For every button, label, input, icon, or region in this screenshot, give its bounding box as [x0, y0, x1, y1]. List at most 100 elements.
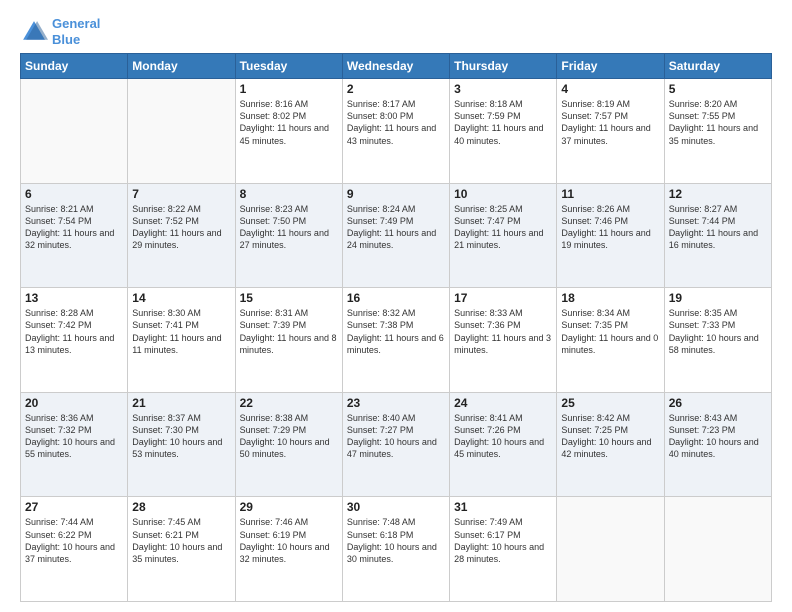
- day-of-week-header: Monday: [128, 54, 235, 79]
- day-number: 17: [454, 291, 552, 305]
- day-of-week-header: Friday: [557, 54, 664, 79]
- day-info: Sunrise: 8:37 AM Sunset: 7:30 PM Dayligh…: [132, 412, 230, 461]
- day-info: Sunrise: 8:23 AM Sunset: 7:50 PM Dayligh…: [240, 203, 338, 252]
- day-info: Sunrise: 8:36 AM Sunset: 7:32 PM Dayligh…: [25, 412, 123, 461]
- day-number: 16: [347, 291, 445, 305]
- day-number: 19: [669, 291, 767, 305]
- day-number: 11: [561, 187, 659, 201]
- day-number: 3: [454, 82, 552, 96]
- calendar-cell: 24 Sunrise: 8:41 AM Sunset: 7:26 PM Dayli…: [450, 392, 557, 497]
- calendar-cell: 11 Sunrise: 8:26 AM Sunset: 7:46 PM Dayli…: [557, 183, 664, 288]
- day-number: 9: [347, 187, 445, 201]
- day-number: 15: [240, 291, 338, 305]
- day-number: 25: [561, 396, 659, 410]
- calendar-week-row: 6 Sunrise: 8:21 AM Sunset: 7:54 PM Daylig…: [21, 183, 772, 288]
- calendar-cell: 4Sunrise: 8:19 AM Sunset: 7:57 PM Daylig…: [557, 79, 664, 184]
- calendar-cell: 7 Sunrise: 8:22 AM Sunset: 7:52 PM Daylig…: [128, 183, 235, 288]
- day-number: 13: [25, 291, 123, 305]
- calendar-cell: 12 Sunrise: 8:27 AM Sunset: 7:44 PM Dayli…: [664, 183, 771, 288]
- day-info: Sunrise: 8:42 AM Sunset: 7:25 PM Dayligh…: [561, 412, 659, 461]
- calendar-week-row: 13 Sunrise: 8:28 AM Sunset: 7:42 PM Dayli…: [21, 288, 772, 393]
- logo: General Blue: [20, 16, 100, 47]
- day-info: Sunrise: 8:28 AM Sunset: 7:42 PM Dayligh…: [25, 307, 123, 356]
- day-number: 18: [561, 291, 659, 305]
- day-info: Sunrise: 8:38 AM Sunset: 7:29 PM Dayligh…: [240, 412, 338, 461]
- calendar-cell: 1 Sunrise: 8:16 AM Sunset: 8:02 PM Daylig…: [235, 79, 342, 184]
- day-of-week-header: Thursday: [450, 54, 557, 79]
- calendar-cell: 8 Sunrise: 8:23 AM Sunset: 7:50 PM Daylig…: [235, 183, 342, 288]
- calendar-cell: 31 Sunrise: 7:49 AM Sunset: 6:17 PM Dayli…: [450, 497, 557, 602]
- calendar-cell: 3 Sunrise: 8:18 AM Sunset: 7:59 PM Daylig…: [450, 79, 557, 184]
- day-info: Sunrise: 8:33 AM Sunset: 7:36 PM Dayligh…: [454, 307, 552, 356]
- calendar-cell: 23 Sunrise: 8:40 AM Sunset: 7:27 PM Dayli…: [342, 392, 449, 497]
- day-number: 30: [347, 500, 445, 514]
- day-info: Sunrise: 8:24 AM Sunset: 7:49 PM Dayligh…: [347, 203, 445, 252]
- day-number: 28: [132, 500, 230, 514]
- calendar-cell: 15 Sunrise: 8:31 AM Sunset: 7:39 PM Dayli…: [235, 288, 342, 393]
- day-number: 27: [25, 500, 123, 514]
- day-info: Sunrise: 8:27 AM Sunset: 7:44 PM Dayligh…: [669, 203, 767, 252]
- logo-icon: [20, 18, 48, 46]
- day-info: Sunrise: 8:31 AM Sunset: 7:39 PM Dayligh…: [240, 307, 338, 356]
- calendar-header-row: SundayMondayTuesdayWednesdayThursdayFrid…: [21, 54, 772, 79]
- day-info: Sunrise: 7:44 AM Sunset: 6:22 PM Dayligh…: [25, 516, 123, 565]
- calendar-week-row: 20 Sunrise: 8:36 AM Sunset: 7:32 PM Dayli…: [21, 392, 772, 497]
- calendar-cell: 5Sunrise: 8:20 AM Sunset: 7:55 PM Daylig…: [664, 79, 771, 184]
- calendar-cell: 14 Sunrise: 8:30 AM Sunset: 7:41 PM Dayli…: [128, 288, 235, 393]
- day-number: 20: [25, 396, 123, 410]
- day-number: 21: [132, 396, 230, 410]
- day-info: Sunrise: 7:49 AM Sunset: 6:17 PM Dayligh…: [454, 516, 552, 565]
- day-number: 14: [132, 291, 230, 305]
- day-number: 2: [347, 82, 445, 96]
- calendar-cell: 17 Sunrise: 8:33 AM Sunset: 7:36 PM Dayli…: [450, 288, 557, 393]
- day-info: Sunrise: 8:25 AM Sunset: 7:47 PM Dayligh…: [454, 203, 552, 252]
- day-info: Sunrise: 8:40 AM Sunset: 7:27 PM Dayligh…: [347, 412, 445, 461]
- day-info: Sunrise: 8:41 AM Sunset: 7:26 PM Dayligh…: [454, 412, 552, 461]
- day-info: Sunrise: 8:17 AM Sunset: 8:00 PM Dayligh…: [347, 98, 445, 147]
- day-of-week-header: Wednesday: [342, 54, 449, 79]
- day-info: Sunrise: 8:21 AM Sunset: 7:54 PM Dayligh…: [25, 203, 123, 252]
- day-info: Sunrise: 8:16 AM Sunset: 8:02 PM Dayligh…: [240, 98, 338, 147]
- day-info: Sunrise: 7:45 AM Sunset: 6:21 PM Dayligh…: [132, 516, 230, 565]
- calendar-cell: 27 Sunrise: 7:44 AM Sunset: 6:22 PM Dayli…: [21, 497, 128, 602]
- calendar-cell: 21 Sunrise: 8:37 AM Sunset: 7:30 PM Dayli…: [128, 392, 235, 497]
- day-number: 24: [454, 396, 552, 410]
- calendar-cell: 25 Sunrise: 8:42 AM Sunset: 7:25 PM Dayli…: [557, 392, 664, 497]
- day-number: 31: [454, 500, 552, 514]
- day-number: 29: [240, 500, 338, 514]
- day-number: 4: [561, 82, 659, 96]
- day-number: 22: [240, 396, 338, 410]
- day-info: Sunrise: 8:26 AM Sunset: 7:46 PM Dayligh…: [561, 203, 659, 252]
- logo-text: General Blue: [52, 16, 100, 47]
- day-number: 7: [132, 187, 230, 201]
- calendar-cell: 30Sunrise: 7:48 AM Sunset: 6:18 PM Dayli…: [342, 497, 449, 602]
- day-number: 1: [240, 82, 338, 96]
- day-of-week-header: Saturday: [664, 54, 771, 79]
- calendar-cell: [128, 79, 235, 184]
- calendar-cell: [664, 497, 771, 602]
- calendar-cell: 29Sunrise: 7:46 AM Sunset: 6:19 PM Dayli…: [235, 497, 342, 602]
- day-number: 23: [347, 396, 445, 410]
- day-info: Sunrise: 8:20 AM Sunset: 7:55 PM Dayligh…: [669, 98, 767, 147]
- day-info: Sunrise: 8:18 AM Sunset: 7:59 PM Dayligh…: [454, 98, 552, 147]
- calendar-week-row: 1 Sunrise: 8:16 AM Sunset: 8:02 PM Daylig…: [21, 79, 772, 184]
- day-number: 26: [669, 396, 767, 410]
- day-info: Sunrise: 8:43 AM Sunset: 7:23 PM Dayligh…: [669, 412, 767, 461]
- day-info: Sunrise: 8:35 AM Sunset: 7:33 PM Dayligh…: [669, 307, 767, 356]
- header: General Blue: [20, 16, 772, 47]
- calendar-cell: 22 Sunrise: 8:38 AM Sunset: 7:29 PM Dayli…: [235, 392, 342, 497]
- day-number: 8: [240, 187, 338, 201]
- day-of-week-header: Sunday: [21, 54, 128, 79]
- day-info: Sunrise: 8:30 AM Sunset: 7:41 PM Dayligh…: [132, 307, 230, 356]
- day-info: Sunrise: 8:34 AM Sunset: 7:35 PM Dayligh…: [561, 307, 659, 356]
- day-info: Sunrise: 8:32 AM Sunset: 7:38 PM Dayligh…: [347, 307, 445, 356]
- calendar-cell: [557, 497, 664, 602]
- calendar-cell: 28 Sunrise: 7:45 AM Sunset: 6:21 PM Dayli…: [128, 497, 235, 602]
- day-info: Sunrise: 8:22 AM Sunset: 7:52 PM Dayligh…: [132, 203, 230, 252]
- day-number: 12: [669, 187, 767, 201]
- calendar-cell: 26 Sunrise: 8:43 AM Sunset: 7:23 PM Dayli…: [664, 392, 771, 497]
- day-number: 6: [25, 187, 123, 201]
- calendar-cell: 9 Sunrise: 8:24 AM Sunset: 7:49 PM Daylig…: [342, 183, 449, 288]
- calendar-cell: 13 Sunrise: 8:28 AM Sunset: 7:42 PM Dayli…: [21, 288, 128, 393]
- day-of-week-header: Tuesday: [235, 54, 342, 79]
